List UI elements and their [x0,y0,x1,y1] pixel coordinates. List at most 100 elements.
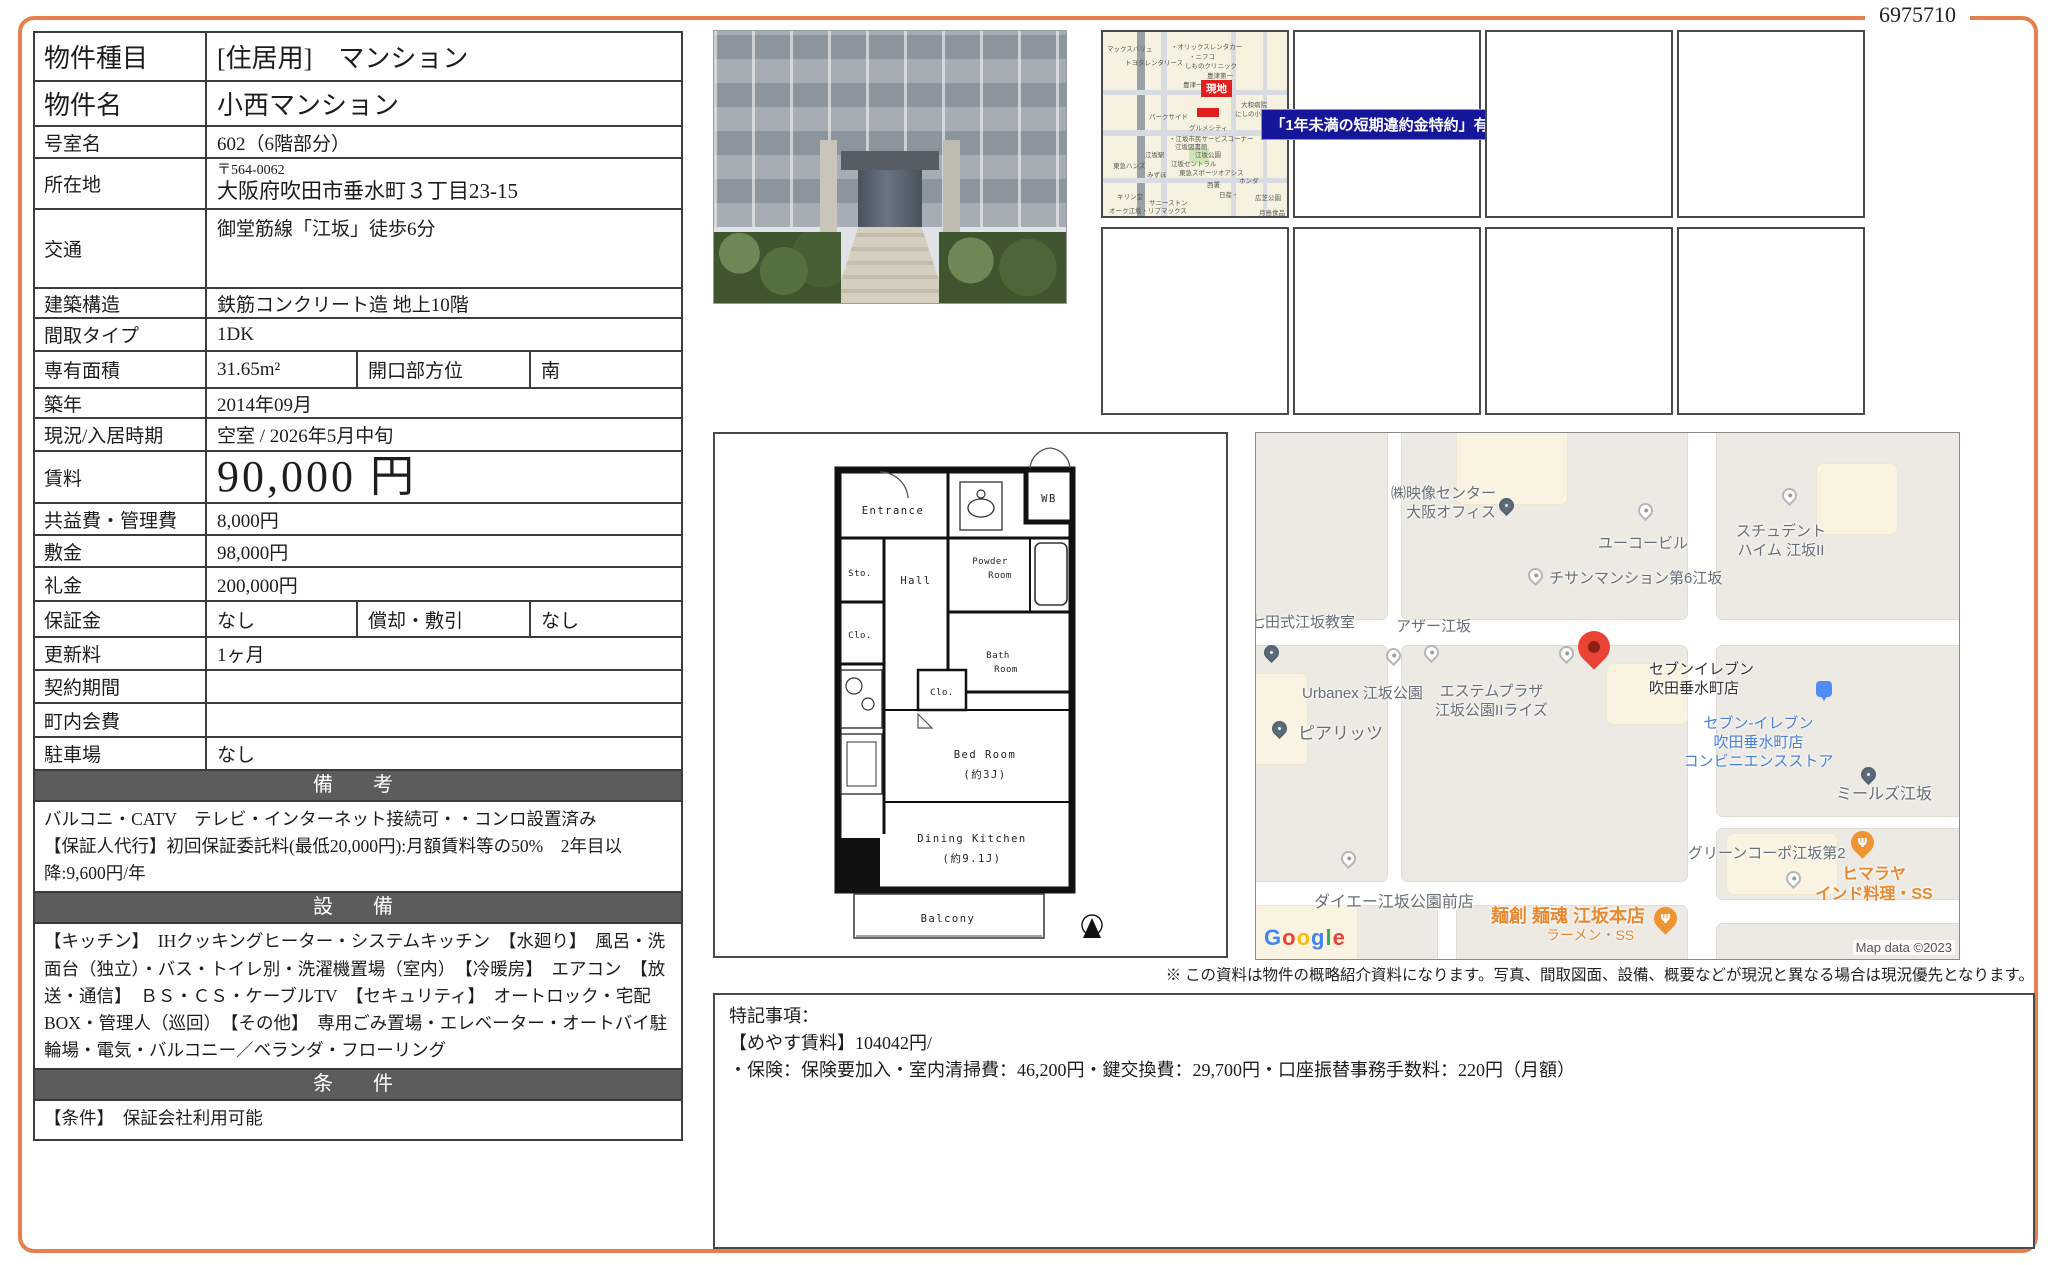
rent-value: 90,000 円 [207,452,681,502]
row-label: 町内会費 [35,704,207,736]
section-header-biko: 備 考 [35,771,681,802]
row-label: 敷金 [35,536,207,566]
table-row: 交通 御堂筋線「江坂」徒歩6分 [35,210,681,289]
row-label: 現況/入居時期 [35,419,207,450]
map-label: 江坂セントラル [1171,161,1217,168]
poi-label: 麺創 麺魂 江坂本店 [1491,905,1645,928]
document-number: 6975710 [1865,2,1970,28]
google-logo: Google [1264,925,1346,951]
map-label: しものクリニック [1185,63,1237,70]
table-row: 号室名 602（6階部分） [35,127,681,159]
property-table: 物件種目 [住居用] マンション 物件名 小西マンション 号室名 602（6階部… [33,31,683,1141]
row-label: 駐車場 [35,738,207,769]
restaurant-pin [1649,902,1682,935]
photo-cell-empty [1293,227,1481,415]
poi-label: ヒマラヤ インド料理・SS [1814,865,1934,905]
row-value: 602（6階部分） [207,127,681,157]
map-label: 広芝公園 [1255,195,1281,202]
site-marker-label: 現地 [1201,80,1232,97]
row-label: 建築構造 [35,289,207,317]
map-label: 江坂図書館 [1175,144,1208,151]
row-label-2: 償却・敷引 [358,602,531,636]
special-notes-box: 特記事項： 【めやす賃料】104042円/ ・保険：保険要加入・室内清掃費：46… [713,993,2035,1249]
map-label: ・オリックスレンタカー [1171,44,1242,51]
poi-label: ミールズ江坂 [1836,785,1932,805]
table-row: 契約期間 [35,671,681,704]
row-value [207,671,681,702]
row-value: 鉄筋コンクリート造 地上10階 [207,289,681,317]
room-label-hall: Hall [900,575,931,587]
poi-label: ラーメン・SS [1546,927,1634,945]
room-label-powder: Powder [972,557,1008,567]
row-label: 物件名 [35,82,207,125]
row-value: 空室 / 2026年5月中旬 [207,419,681,450]
row-value: 200,000円 [207,568,681,600]
room-label-bedroom-size: (約3J) [963,768,1006,781]
map-label: サニーストン [1149,200,1188,207]
row-value [207,704,681,736]
map-label: ・江坂市民サービスコーナー [1169,136,1254,143]
row-label: 礼金 [35,568,207,600]
map-label: ホンダ [1239,178,1259,185]
row-label: 築年 [35,389,207,417]
table-row: 現況/入居時期 空室 / 2026年5月中旬 [35,419,681,452]
photo-entrance-canopy [841,151,940,170]
property-sheet: 6975710 物件種目 [住居用] マンション 物件名 小西マンション 号室名… [0,0,2056,1265]
poi-label: エステムプラザ 江坂公園IIライズ [1434,683,1549,721]
photo-bushes [939,232,1066,303]
row-label: 契約期間 [35,671,207,702]
photo-walkway [834,227,947,303]
room-label-balcony: Balcony [921,913,976,925]
disclaimer-text: ※ この資料は物件の概略紹介資料になります。写真、間取図面、設備、概要などが現況… [1166,963,2034,985]
floor-plan-drawing: Entrance WB Sto. Hall Powder Room Clo. B… [820,442,1120,954]
map-label: みずほ [1147,172,1167,179]
photo-cell-empty [1677,227,1865,415]
row-value: 御堂筋線「江坂」徒歩6分 [207,210,681,287]
row-label: 物件種目 [35,33,207,80]
photo-cell-badge: 「1年未満の短期違約金特約」有り [1293,30,1481,218]
map-label: 西署 [1207,182,1220,189]
row-label: 専有面積 [35,352,207,387]
table-row: 築年 2014年09月 [35,389,681,419]
row-value: 〒564-0062 大阪府吹田市垂水町３丁目23-15 [207,159,681,208]
row-value: 1DK [207,319,681,350]
row-label: 共益費・管理費 [35,504,207,534]
table-row: 敷金 98,000円 [35,536,681,568]
section-text-setsubi: 【キッチン】 IHクッキングヒーター・システムキッチン 【水廻り】 風呂・洗面台… [35,924,681,1070]
table-row: 所在地 〒564-0062 大阪府吹田市垂水町３丁目23-15 [35,159,681,210]
table-row: 物件名 小西マンション [35,82,681,127]
row-label: 更新料 [35,638,207,669]
room-label-dk: Dining Kitchen [917,833,1027,845]
building-photo [713,30,1067,304]
photo-cell-empty [1101,227,1289,415]
poi-label: セブン-イレブン 吹田垂水町店 コンビニエンスストア [1676,715,1841,771]
table-row: 保証金 なし 償却・敷引 なし [35,602,681,638]
row-value: 8,000円 [207,504,681,534]
poi-label: ダイエー江坂公園前店 [1314,893,1474,913]
postal-code: 〒564-0062 [217,163,285,179]
poi-label: ㈱映像センター 大阪オフィス [1346,485,1496,523]
poi-label: ユーコービル [1578,535,1708,554]
table-row: 町内会費 [35,704,681,738]
floor-plan: Entrance WB Sto. Hall Powder Room Clo. B… [713,432,1228,958]
table-row: 礼金 200,000円 [35,568,681,602]
map-label: 江坂駅 [1145,152,1165,159]
short-term-penalty-badge: 「1年未満の短期違約金特約」有り [1261,109,1512,140]
room-label-bedroom: Bed Room [954,749,1017,761]
room-label-powder2: Room [988,571,1012,581]
section-header-joken: 条 件 [35,1070,681,1101]
row-label: 間取タイプ [35,319,207,350]
table-row: 賃料 90,000 円 [35,452,681,504]
table-row: 駐車場 なし [35,738,681,771]
row-label-2: 開口部方位 [358,352,531,387]
restaurant-pin [1846,826,1879,859]
map-label: 東急ハンズ [1113,163,1145,170]
map-attribution: Map data ©2023 [1853,940,1955,955]
row-value: 2014年09月 [207,389,681,417]
map-label: ・ニフコ [1189,54,1215,61]
room-label-entrance: Entrance [862,505,925,517]
row-value: 1ヶ月 [207,638,681,669]
table-row: 更新料 1ヶ月 [35,638,681,671]
photo-bushes [714,232,841,303]
poi-label: セブンイレブン 吹田垂水町店 [1649,661,1754,699]
